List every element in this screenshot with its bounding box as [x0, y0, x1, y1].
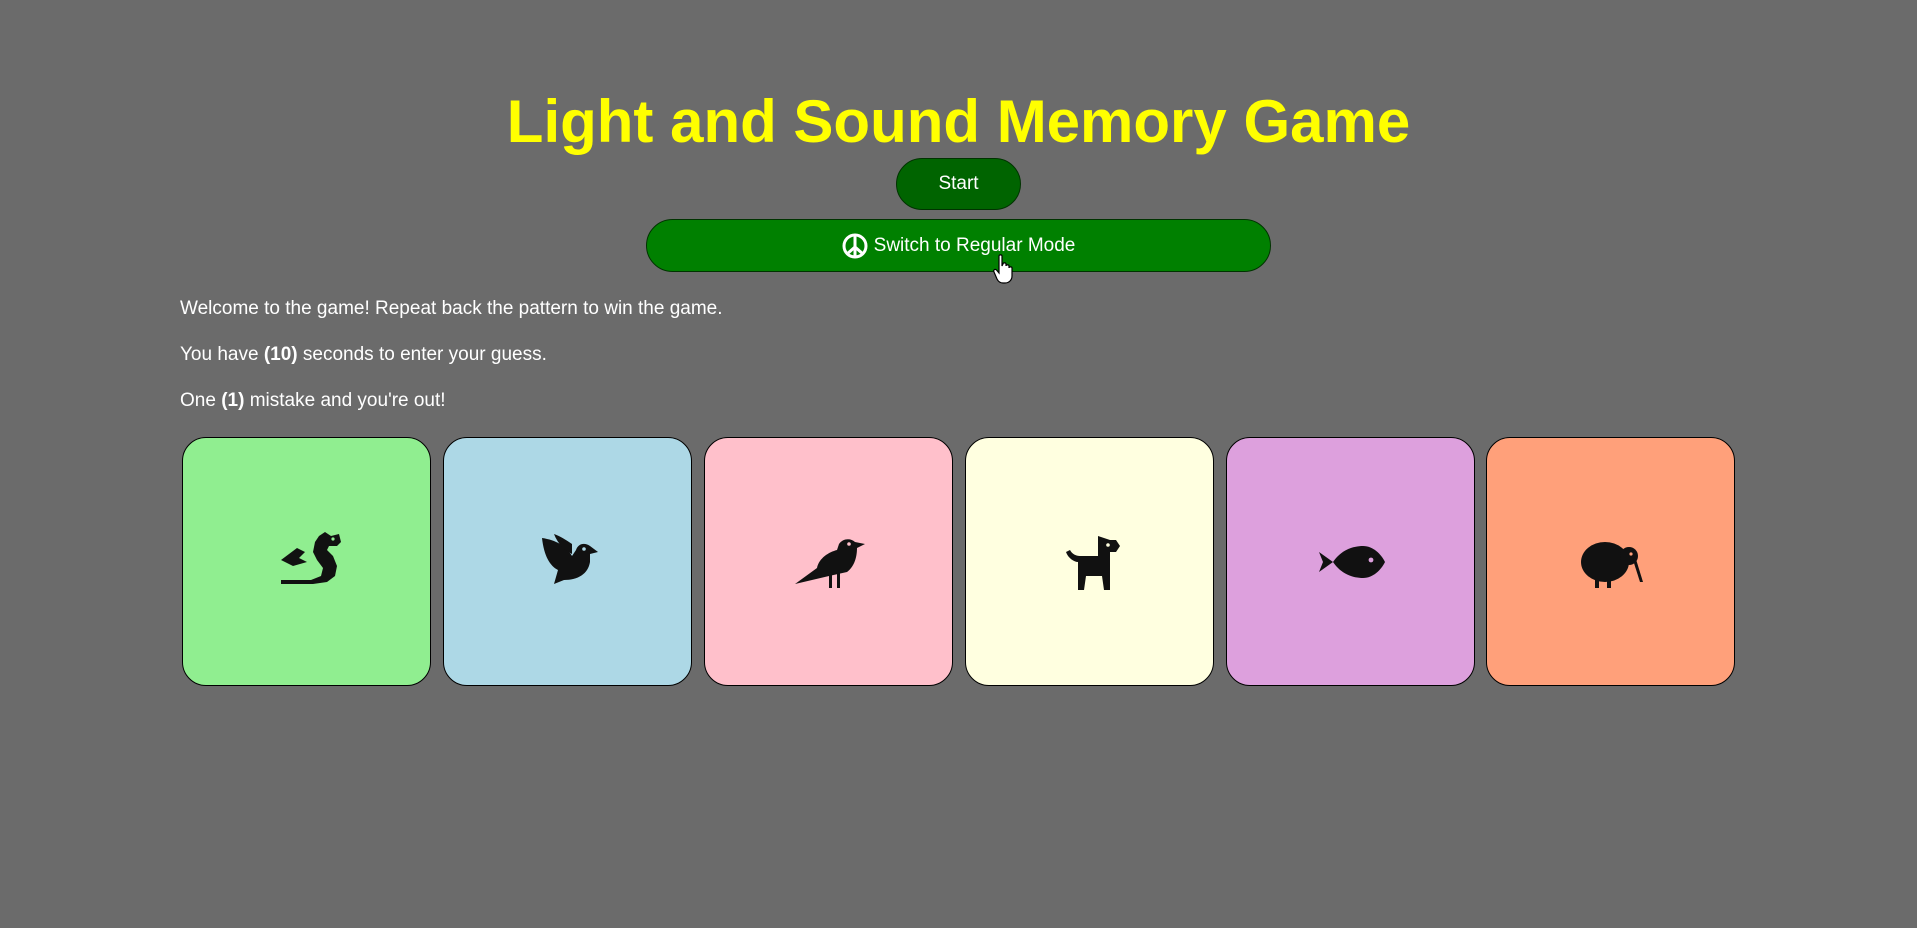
- dragon-icon: [280, 531, 341, 584]
- start-button[interactable]: Start: [896, 158, 1021, 210]
- timer-text-suffix: seconds to enter your guess.: [297, 344, 547, 365]
- dove-icon: [541, 533, 598, 584]
- fish-icon: [1318, 545, 1385, 578]
- instructions-mistakes: One (1) mistake and you're out!: [180, 389, 446, 413]
- timer-seconds: (10): [263, 344, 298, 365]
- game-button-dove[interactable]: [443, 437, 692, 686]
- switch-mode-label: Switch to Regular Mode: [873, 234, 1076, 256]
- game-button-kiwi-bird[interactable]: [1486, 437, 1735, 686]
- kiwi-bird-icon: [1580, 541, 1643, 588]
- dog-icon: [1065, 535, 1120, 590]
- peace-icon: [842, 233, 868, 258]
- page-title: Light and Sound Memory Game: [506, 88, 1411, 155]
- mistakes-count: (1): [221, 390, 245, 411]
- hand-pointer-icon: [993, 254, 1013, 284]
- mistakes-text-suffix: mistake and you're out!: [244, 390, 446, 411]
- game-button-dog[interactable]: [965, 437, 1214, 686]
- game-button-crow[interactable]: [704, 437, 953, 686]
- instructions-welcome: Welcome to the game! Repeat back the pat…: [180, 298, 723, 319]
- game-page: Light and Sound Memory Game Start Switch…: [0, 0, 1917, 928]
- game-button-fish[interactable]: [1226, 437, 1475, 686]
- switch-mode-button[interactable]: Switch to Regular Mode: [646, 219, 1271, 272]
- instructions-timer: You have (10) seconds to enter your gues…: [180, 343, 547, 367]
- crow-icon: [794, 538, 865, 588]
- mistakes-text-prefix: One: [180, 390, 222, 411]
- game-button-dragon[interactable]: [182, 437, 431, 686]
- timer-text-prefix: You have: [180, 344, 264, 365]
